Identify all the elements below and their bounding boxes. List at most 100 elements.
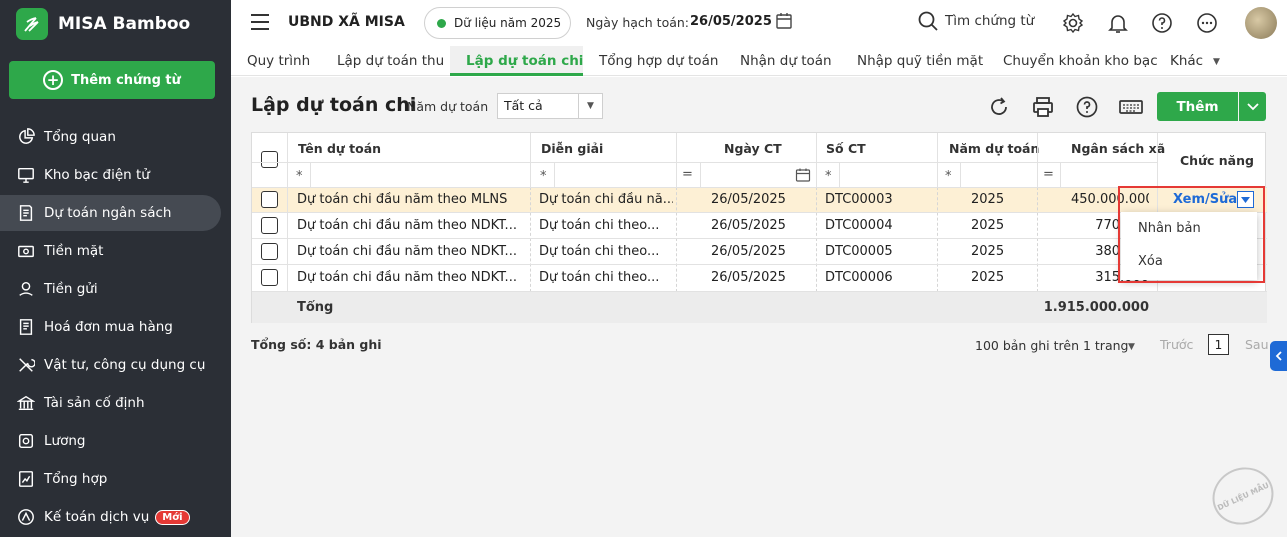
report-icon [16, 469, 36, 489]
cell-name: Dự toán chi đầu năm theo NDKT... [297, 218, 517, 233]
tab-nhan-du-toan[interactable]: Nhận dự toán [740, 53, 832, 69]
total-label: Tổng [297, 300, 334, 315]
cell-date: 26/05/2025 [711, 270, 786, 285]
refresh-icon[interactable] [987, 95, 1011, 119]
posting-date-label: Ngày hạch toán: [586, 15, 690, 30]
chevron-down-icon[interactable]: ▼ [1213, 57, 1220, 67]
cell-name: Dự toán chi đầu năm theo NDKT... [297, 270, 517, 285]
col-header-ten-du-toan[interactable]: Tên dự toán [298, 141, 381, 156]
row-checkbox[interactable] [261, 191, 278, 208]
page-title: Lập dự toán chi [251, 94, 417, 116]
cell-year: 2025 [971, 244, 1005, 259]
sidebar-item-label: Vật tư, công cụ dụng cụ [44, 357, 206, 373]
highlight-annotation-box [1118, 186, 1265, 283]
menu-icon[interactable] [251, 14, 269, 30]
total-value: 1.915.000.000 [1043, 300, 1149, 315]
add-options-button[interactable] [1239, 92, 1266, 121]
tab-lap-du-toan-chi[interactable]: Lập dự toán chi [466, 53, 583, 69]
sidebar-item-tong-hop[interactable]: Tổng hợp [0, 461, 231, 497]
deposit-icon [16, 279, 36, 299]
sidebar-item-tai-san[interactable]: Tài sản cố định [0, 385, 231, 421]
panel-toggle-button[interactable] [1270, 341, 1287, 371]
sidebar-item-label: Tiền mặt [44, 243, 104, 259]
keyboard-icon[interactable] [1118, 95, 1144, 119]
sidebar-item-label: Tài sản cố định [44, 395, 145, 411]
print-icon[interactable] [1031, 95, 1055, 119]
chevron-down-icon: ▼ [578, 94, 602, 118]
status-dot-icon [437, 18, 446, 28]
filter-operator[interactable]: * [296, 169, 303, 184]
sidebar-item-du-toan[interactable]: Dự toán ngân sách [0, 195, 221, 231]
cell-year: 2025 [971, 270, 1005, 285]
gear-icon[interactable] [1062, 12, 1084, 34]
sidebar-nav: Tổng quan Kho bạc điện tử Dự toán ngân s… [0, 119, 231, 537]
tab-nhap-quy-tien-mat[interactable]: Nhập quỹ tiền mặt [857, 53, 983, 69]
sidebar-item-luong[interactable]: Lương [0, 423, 231, 459]
total-records: Tổng số: 4 bản ghi [251, 337, 382, 352]
col-header-ngan-sach-xa[interactable]: Ngân sách xã [1071, 141, 1165, 156]
filter-operator[interactable]: * [825, 169, 832, 184]
cell-date: 26/05/2025 [711, 218, 786, 233]
add-button[interactable]: Thêm [1157, 92, 1238, 121]
filter-operator[interactable]: = [682, 167, 693, 182]
filter-operator[interactable]: * [540, 169, 547, 184]
row-checkbox[interactable] [261, 217, 278, 234]
row-checkbox[interactable] [261, 243, 278, 260]
col-header-so-ct[interactable]: Số CT [826, 141, 866, 156]
cash-icon [16, 241, 36, 261]
sidebar-item-tong-quan[interactable]: Tổng quan [0, 119, 231, 155]
col-header-dien-giai[interactable]: Diễn giải [541, 141, 603, 156]
search-voucher[interactable]: Tìm chứng từ [917, 10, 1034, 32]
bell-icon[interactable] [1107, 12, 1129, 34]
sidebar: MISA Bamboo + Thêm chứng từ Tổng quan Kh… [0, 0, 231, 537]
tab-lap-du-toan-thu[interactable]: Lập dự toán thu [337, 53, 444, 69]
cell-no: DTC00005 [825, 244, 893, 259]
sidebar-item-ke-toan-dich-vu[interactable]: Kế toán dịch vụ Mới [0, 499, 231, 535]
chevron-down-icon[interactable]: ▼ [1128, 342, 1135, 352]
row-checkbox[interactable] [261, 269, 278, 286]
sidebar-item-tien-mat[interactable]: Tiền mặt [0, 233, 231, 269]
posting-date-value[interactable]: 26/05/2025 [690, 14, 772, 29]
tab-chuyen-khoan-kho-bac[interactable]: Chuyển khoản kho bạc [1003, 53, 1158, 69]
year-filter-label: Năm dự toán [407, 99, 489, 114]
top-header: UBND XÃ MISA Dữ liệu năm 2025 Ngày hạch … [231, 0, 1287, 46]
service-icon [16, 507, 36, 527]
cell-no: DTC00004 [825, 218, 893, 233]
select-all-checkbox[interactable] [261, 151, 278, 168]
col-header-nam-du-toan[interactable]: Năm dự toán [949, 141, 1039, 156]
filter-operator[interactable]: * [945, 169, 952, 184]
sidebar-item-label: Tổng quan [44, 129, 116, 145]
help-icon[interactable] [1151, 12, 1173, 34]
tools-icon [16, 355, 36, 375]
cell-desc: Dự toán chi theo... [539, 244, 660, 259]
plus-icon: + [43, 70, 64, 90]
sidebar-item-tien-gui[interactable]: Tiền gửi [0, 271, 231, 307]
page-size-select[interactable]: 100 bản ghi trên 1 trang [975, 338, 1128, 353]
col-header-ngay-ct[interactable]: Ngày CT [724, 141, 782, 156]
year-filter-value: Tất cả [504, 98, 543, 113]
cell-name: Dự toán chi đầu năm theo NDKT... [297, 244, 517, 259]
sidebar-item-hoa-don[interactable]: Hoá đơn mua hàng [0, 309, 231, 345]
search-icon [918, 11, 938, 31]
calendar-icon[interactable] [775, 12, 793, 30]
prev-page-button[interactable]: Trước [1160, 337, 1193, 352]
sidebar-item-label: Lương [44, 433, 86, 449]
calendar-icon[interactable] [795, 167, 811, 183]
org-name[interactable]: UBND XÃ MISA [288, 14, 405, 30]
tab-quy-trinh[interactable]: Quy trình [247, 53, 310, 69]
brand[interactable]: MISA Bamboo [16, 8, 190, 40]
add-voucher-button[interactable]: + Thêm chứng từ [9, 61, 215, 99]
more-options-icon[interactable] [1196, 12, 1218, 34]
page-number-button[interactable]: 1 [1208, 334, 1229, 355]
tab-tong-hop-du-toan[interactable]: Tổng hợp dự toán [599, 53, 718, 69]
year-filter-select[interactable]: Tất cả ▼ [497, 93, 603, 119]
help-icon[interactable] [1075, 95, 1099, 119]
filter-operator[interactable]: = [1043, 167, 1054, 182]
next-page-button[interactable]: Sau [1245, 337, 1269, 352]
sidebar-item-kho-bac[interactable]: Kho bạc điện tử [0, 157, 231, 193]
avatar[interactable] [1245, 7, 1277, 39]
data-year-label: Dữ liệu năm 2025 [454, 16, 562, 30]
tab-khac[interactable]: Khác [1170, 53, 1203, 69]
data-year-selector[interactable]: Dữ liệu năm 2025 [424, 7, 571, 39]
sidebar-item-vat-tu[interactable]: Vật tư, công cụ dụng cụ [0, 347, 231, 383]
